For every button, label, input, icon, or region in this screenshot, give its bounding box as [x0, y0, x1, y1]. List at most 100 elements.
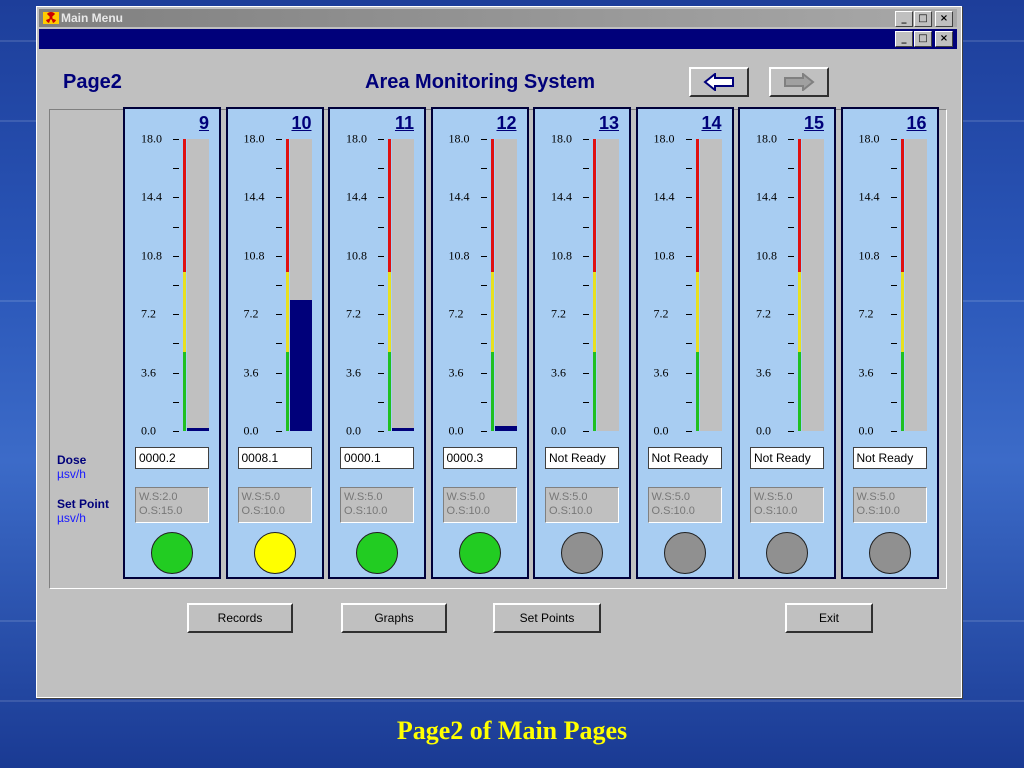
channel-number[interactable]: 11	[395, 113, 414, 134]
set-points-button[interactable]: Set Points	[493, 603, 601, 633]
scale-tick-label: 10.8	[448, 248, 470, 263]
child-close-button[interactable]: ×	[935, 31, 953, 47]
title-bar[interactable]: Main Menu _ □ ×	[39, 9, 957, 27]
scale-tick-mark	[378, 168, 384, 170]
dose-value-field: 0000.3	[442, 447, 517, 469]
graphs-button[interactable]: Graphs	[341, 603, 447, 633]
scale-tick-mark	[788, 431, 794, 432]
scale-tick-mark	[890, 343, 897, 345]
set-point-field: W.S:5.0 O.S:10.0	[442, 487, 517, 523]
scale-tick-label: 18.0	[858, 131, 880, 146]
scale-tick-label: 14.4	[141, 189, 162, 204]
threshold-band	[695, 352, 699, 431]
scale-tick-mark	[275, 314, 282, 316]
exit-button[interactable]: Exit	[785, 603, 873, 633]
scale-tick-label: 7.2	[346, 306, 361, 321]
warning-set-point: W.S:5.0	[446, 491, 486, 503]
records-button[interactable]: Records	[187, 603, 293, 633]
threshold-band	[490, 352, 494, 431]
scale-tick-mark	[378, 197, 384, 199]
arrow-left-icon	[703, 73, 734, 91]
scale-tick-mark	[480, 226, 487, 228]
channel-number[interactable]: 13	[599, 113, 619, 134]
threshold-band	[593, 271, 596, 353]
channel-11: 11 18.0 14.4 10.8 7.2 3.6 0.0 0000.1 W.S:5.0 O.S:…	[328, 107, 426, 579]
alarm-set-point: O.S:10.0	[651, 505, 695, 517]
dose-value-field: 0000.2	[135, 447, 209, 469]
slide-caption: Page2 of Main Pages	[396, 716, 628, 745]
scale-tick-mark	[890, 197, 897, 199]
scale-tick-label: 3.6	[756, 365, 771, 380]
scale-tick-label: 14.4	[551, 189, 572, 204]
channel-number[interactable]: 9	[199, 113, 209, 134]
scale-tick-mark	[685, 314, 692, 316]
child-minimize-button[interactable]: _	[895, 31, 913, 47]
scale-tick-mark	[788, 139, 794, 140]
threshold-band	[183, 271, 186, 353]
scale-tick-mark	[173, 139, 179, 140]
threshold-band	[285, 352, 289, 431]
minimize-button[interactable]: _	[895, 11, 913, 27]
scale-tick-mark	[275, 139, 282, 140]
channel-number[interactable]: 12	[496, 113, 516, 134]
channel-15: 15 18.0 14.4 10.8 7.2 3.6 0.0 Not Ready W.S:5.0 O…	[738, 107, 836, 579]
status-indicator-lamp	[766, 532, 808, 574]
dose-gauge-track	[904, 139, 927, 431]
scale-tick-label: 18.0	[141, 131, 162, 146]
maximize-button[interactable]: □	[914, 11, 932, 27]
scale-tick-mark	[583, 401, 589, 403]
scale-tick-mark	[275, 255, 282, 257]
scale-tick-label: 10.8	[243, 248, 265, 263]
scale-tick-mark	[685, 197, 692, 199]
scale-tick-label: 7.2	[551, 306, 566, 321]
scale-tick-mark	[480, 314, 487, 316]
scale-tick-label: 18.0	[346, 131, 367, 146]
warning-set-point: W.S:5.0	[856, 491, 896, 503]
channel-number[interactable]: 10	[291, 113, 311, 134]
scale-tick-mark	[173, 401, 179, 403]
child-maximize-button[interactable]: □	[914, 31, 932, 47]
scale-tick-mark	[480, 168, 487, 170]
scale-tick-mark	[173, 168, 179, 170]
status-indicator-lamp	[458, 532, 501, 574]
scale-tick-label: 14.4	[756, 189, 777, 204]
channel-number[interactable]: 15	[804, 113, 824, 134]
set-point-field: W.S:5.0 O.S:10.0	[545, 487, 619, 523]
scale-tick-label: 7.2	[653, 306, 669, 321]
scale-tick-mark	[583, 255, 589, 257]
scale-tick-mark	[173, 285, 179, 286]
threshold-band	[183, 139, 186, 272]
dose-value-field: 0008.1	[237, 447, 312, 469]
scale-tick-mark	[275, 372, 282, 374]
scale-tick-mark	[275, 197, 282, 199]
scale-tick-mark	[685, 401, 692, 403]
forward-button[interactable]	[769, 67, 829, 97]
channel-number[interactable]: 14	[701, 113, 721, 134]
threshold-band	[900, 352, 904, 431]
scale-tick-label: 0.0	[448, 423, 464, 438]
close-button[interactable]: ×	[935, 11, 953, 27]
dose-gauge-track	[187, 139, 209, 431]
scale-tick-label: 7.2	[756, 306, 771, 321]
channel-13: 13 18.0 14.4 10.8 7.2 3.6 0.0 Not Ready W.S:5.0 O…	[533, 107, 631, 579]
scale-tick-mark	[480, 372, 487, 374]
scale-tick-mark	[378, 226, 384, 228]
dose-value-field: Not Ready	[852, 447, 927, 469]
main-window: Main Menu _ □ × _ □ × Page2 Area Monitor…	[36, 6, 962, 698]
warning-set-point: W.S:5.0	[549, 491, 588, 503]
scale-tick-mark	[378, 431, 384, 432]
scale-tick-mark	[378, 314, 384, 316]
scale-tick-label: 0.0	[653, 423, 669, 438]
back-button[interactable]	[689, 67, 749, 97]
scale-tick-mark	[890, 401, 897, 403]
channel-number[interactable]: 16	[906, 113, 926, 134]
scale-tick-label: 3.6	[141, 365, 156, 380]
dose-gauge-fill	[289, 299, 312, 431]
scale-tick-mark	[173, 226, 179, 228]
alarm-set-point: O.S:10.0	[549, 505, 593, 517]
scale-tick-mark	[890, 372, 897, 374]
status-indicator-lamp	[561, 532, 603, 574]
scale-tick-mark	[685, 168, 692, 170]
child-title-bar[interactable]: _ □ ×	[39, 29, 957, 49]
scale-tick-label: 14.4	[346, 189, 367, 204]
